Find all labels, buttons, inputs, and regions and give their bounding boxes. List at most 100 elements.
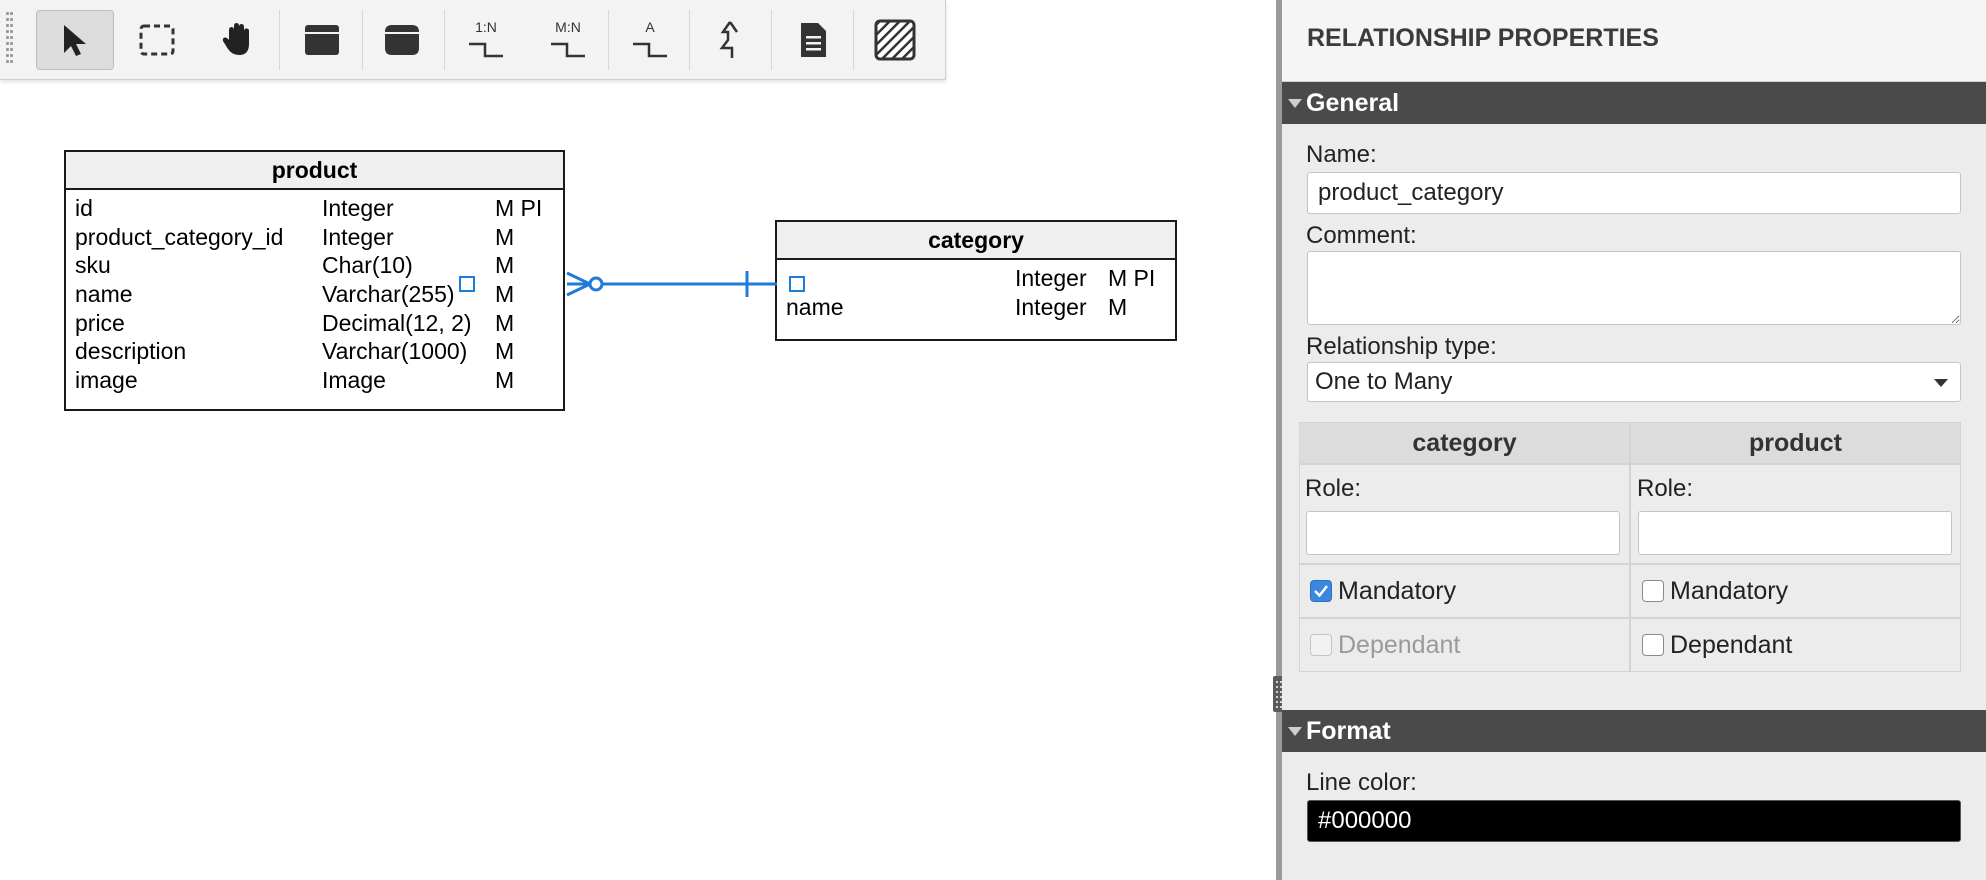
pan-tool-button[interactable]	[198, 10, 276, 70]
attribute-row[interactable]: Integer M PI	[777, 264, 1175, 293]
dependant-checkbox-product[interactable]	[1642, 634, 1664, 656]
attribute-type: Integer	[322, 223, 394, 250]
diagram-toolbar: 1:N M:N A	[0, 0, 946, 80]
identifying-relation-tool-button[interactable]: A	[611, 10, 689, 70]
crows-foot-lower	[566, 282, 591, 297]
mandatory-cell-category: Mandatory	[1299, 564, 1630, 618]
relationship-type-select[interactable]: One to Many	[1307, 362, 1961, 402]
attribute-name: name	[75, 281, 133, 308]
note-document-icon	[801, 23, 826, 57]
mandatory-cell-product: Mandatory	[1630, 564, 1961, 618]
attribute-flags: M PI	[1108, 265, 1156, 291]
diagram-canvas[interactable]: product id Integer M PI product_category_i…	[0, 81, 1278, 880]
comment-label: Comment:	[1306, 222, 1417, 249]
note-tool-button[interactable]	[774, 10, 852, 70]
select-tool-button[interactable]	[36, 10, 114, 70]
mandatory-checkbox-product[interactable]	[1642, 580, 1664, 602]
role-label: Role:	[1637, 475, 1694, 502]
role-cell-product: Role:	[1630, 464, 1961, 564]
attribute-row[interactable]: image Image M	[66, 366, 563, 395]
dependant-cell-category: Dependant	[1299, 618, 1630, 672]
line-color-label: Line color:	[1306, 769, 1417, 796]
chevron-down-icon	[1934, 379, 1948, 387]
attribute-flags: M	[495, 309, 515, 336]
attribute-flags: M	[495, 281, 515, 308]
panel-title: RELATIONSHIP PROPERTIES	[1282, 0, 1986, 82]
dependant-cell-product: Dependant	[1630, 618, 1961, 672]
attribute-row[interactable]: description Varchar(1000) M	[66, 337, 563, 366]
inheritance-tool-button[interactable]	[691, 10, 769, 70]
attribute-row[interactable]: sku Char(10) M	[66, 251, 563, 280]
attribute-flags: M	[495, 367, 515, 394]
name-label: Name:	[1306, 141, 1377, 168]
toolbar-grip-handle[interactable]	[6, 12, 14, 68]
attribute-type: Char(10)	[322, 252, 413, 279]
attribute-flags: M PI	[495, 195, 543, 221]
attribute-type: Integer	[1015, 265, 1087, 291]
attribute-name: id	[75, 195, 93, 221]
one-to-many-tool-button[interactable]: 1:N	[447, 10, 525, 70]
attribute-row[interactable]: id Integer M PI	[66, 194, 563, 223]
role-input-category[interactable]	[1306, 511, 1620, 555]
attribute-type: Varchar(255)	[322, 281, 455, 308]
attribute-name: description	[75, 338, 187, 365]
section-general-header[interactable]: General	[1282, 82, 1986, 124]
many-to-many-tool-button[interactable]: M:N	[529, 10, 607, 70]
role-input-product[interactable]	[1638, 511, 1952, 555]
dependant-label: Dependant	[1338, 631, 1461, 659]
entity-category[interactable]: category Integer M PI name Integer M	[775, 220, 1177, 341]
dependant-checkbox-category	[1310, 634, 1332, 656]
attribute-name: name	[786, 293, 844, 320]
attribute-type: Image	[322, 367, 386, 394]
attribute-type: Varchar(1000)	[322, 338, 468, 365]
attribute-flags: M	[1108, 293, 1128, 320]
inheritance-arrow-icon	[719, 21, 739, 58]
svg-text:1:N: 1:N	[475, 19, 497, 35]
entity-title: category	[777, 222, 1175, 260]
mandatory-label: Mandatory	[1338, 577, 1457, 605]
attribute-row[interactable]: price Decimal(12, 2) M	[66, 309, 563, 338]
one-to-many-icon: 1:N	[469, 19, 503, 58]
pointer-arrow-icon	[64, 25, 86, 56]
many-to-many-icon: M:N	[551, 19, 585, 58]
attribute-row[interactable]: name Varchar(255) M	[66, 280, 563, 309]
svg-text:A: A	[645, 19, 655, 35]
attribute-row[interactable]: name Integer M	[777, 293, 1175, 322]
attribute-row[interactable]: product_category_id Integer M	[66, 223, 563, 252]
checkmark-icon	[1314, 585, 1328, 598]
entity-title: product	[66, 152, 563, 190]
side-header-category: category	[1299, 422, 1630, 464]
section-label: Format	[1306, 717, 1391, 745]
attribute-name: sku	[75, 252, 111, 279]
attribute-name: image	[75, 367, 138, 394]
area-tool-button[interactable]	[856, 10, 934, 70]
new-entity-tool-button[interactable]	[283, 10, 361, 70]
entity-product[interactable]: product id Integer M PI product_category_i…	[64, 150, 565, 411]
attribute-flags: M	[495, 252, 515, 279]
entity-box-icon	[305, 25, 339, 55]
name-input[interactable]	[1307, 172, 1961, 214]
role-cell-category: Role:	[1299, 464, 1630, 564]
view-box-icon	[385, 25, 419, 55]
dependant-label: Dependant	[1670, 631, 1793, 659]
dashed-rectangle-icon	[139, 24, 175, 56]
new-view-tool-button[interactable]	[363, 10, 441, 70]
marquee-tool-button[interactable]	[118, 10, 196, 70]
attribute-type: Integer	[322, 195, 394, 221]
svg-text:M:N: M:N	[555, 19, 581, 35]
attribute-flags: M	[495, 338, 515, 365]
section-format-header[interactable]: Format	[1282, 710, 1986, 752]
line-color-field[interactable]: #000000	[1307, 800, 1961, 842]
relationship-properties-panel: RELATIONSHIP PROPERTIES General Name: Co…	[1282, 0, 1986, 880]
comment-textarea[interactable]	[1307, 251, 1961, 325]
hatched-area-icon	[874, 19, 916, 61]
attribute-type: Integer	[1015, 293, 1087, 320]
optional-circle-marker	[588, 276, 604, 292]
section-label: General	[1306, 89, 1400, 117]
attribute-type: Decimal(12, 2)	[322, 309, 472, 336]
collapse-triangle-icon	[1288, 99, 1302, 108]
relation-a-icon: A	[633, 19, 667, 58]
role-label: Role:	[1305, 475, 1362, 502]
side-header-product: product	[1630, 422, 1961, 464]
mandatory-checkbox-category[interactable]	[1310, 580, 1332, 602]
